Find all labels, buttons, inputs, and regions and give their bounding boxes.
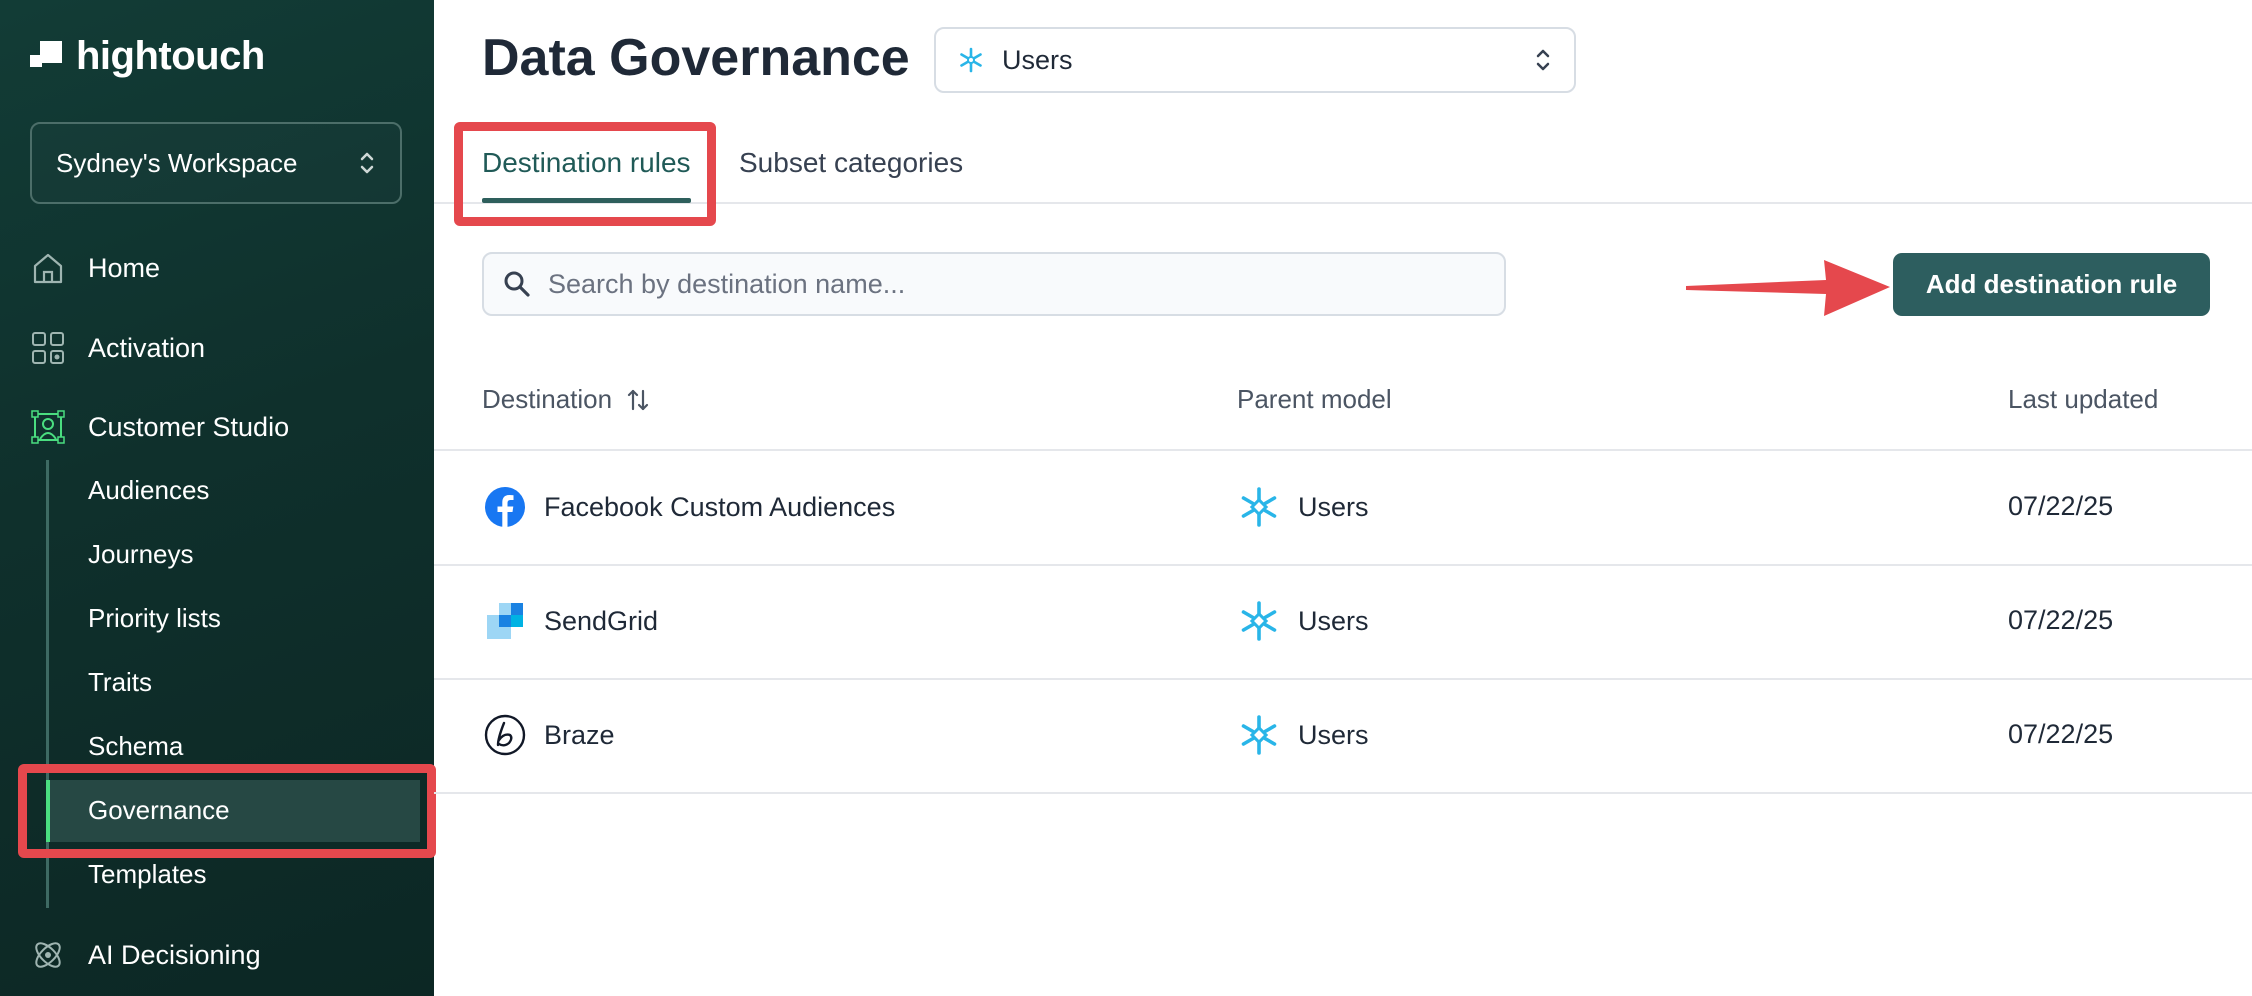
parent-model-name: Users	[1298, 719, 1369, 750]
column-header-label: Destination	[482, 384, 613, 414]
sidebar-subitem-priority-lists[interactable]: Priority lists	[88, 603, 221, 634]
active-tab-underline	[482, 198, 691, 203]
sidebar-subitem-templates[interactable]: Templates	[88, 859, 207, 890]
sidebar-item-activation[interactable]: Activation	[30, 323, 205, 373]
tab-subset-categories[interactable]: Subset categories	[739, 147, 963, 179]
brand-name: hightouch	[76, 34, 265, 78]
column-header-label: Last updated	[2008, 384, 2159, 414]
snowflake-icon	[1241, 487, 1277, 527]
column-header-last-updated: Last updated	[2008, 384, 2158, 415]
destination-name: SendGrid	[544, 605, 659, 636]
workspace-label: Sydney's Workspace	[56, 147, 298, 178]
sidebar-item-label: Home	[88, 252, 161, 283]
hightouch-logo-icon	[30, 40, 62, 73]
sendgrid-icon	[484, 600, 526, 642]
destination-name: Braze	[544, 719, 615, 750]
ai-decisioning-icon	[35, 942, 61, 968]
sort-icon[interactable]	[626, 387, 650, 413]
parent-model-name: Users	[1298, 605, 1369, 636]
sidebar-subitem-schema[interactable]: Schema	[88, 731, 183, 762]
tab-destination-rules[interactable]: Destination rules	[482, 147, 691, 179]
snowflake-icon	[1241, 601, 1277, 641]
table-row[interactable]: SendGrid	[484, 600, 658, 642]
sidebar-subitem-journeys[interactable]: Journeys	[88, 539, 194, 570]
tabs-divider	[434, 202, 2252, 204]
sidebar-subitem-traits[interactable]: Traits	[88, 667, 152, 698]
column-header-destination[interactable]: Destination	[482, 384, 650, 415]
last-updated-date: 07/22/25	[2008, 605, 2114, 635]
parent-model-cell: Users	[1238, 600, 1369, 642]
sidebar-item-label: Customer Studio	[88, 411, 290, 442]
sidebar-subitem-governance[interactable]: Governance	[88, 795, 230, 826]
snowflake-icon	[1241, 715, 1277, 755]
search-input[interactable]	[548, 268, 1486, 300]
sidebar: hightouch Sydney's Workspace Home Activa…	[0, 0, 434, 996]
customer-studio-icon	[31, 410, 65, 444]
home-icon	[33, 253, 63, 284]
last-updated-date: 07/22/25	[2008, 719, 2114, 749]
add-destination-rule-button[interactable]: Add destination rule	[1893, 253, 2210, 316]
activation-icon	[32, 332, 64, 364]
last-updated-date: 07/22/25	[2008, 491, 2114, 521]
table-divider	[434, 564, 2252, 566]
snowflake-icon	[960, 47, 982, 73]
page-title: Data Governance	[482, 29, 910, 87]
column-header-label: Parent model	[1237, 384, 1392, 414]
parent-model-value: Users	[1002, 44, 1073, 75]
facebook-icon	[484, 486, 526, 528]
sidebar-item-ai-decisioning[interactable]: AI Decisioning	[30, 930, 261, 980]
table-divider	[434, 792, 2252, 794]
sidebar-item-customer-studio[interactable]: Customer Studio	[30, 402, 289, 452]
logo[interactable]: hightouch	[30, 34, 265, 79]
chevron-updown-icon	[1536, 49, 1550, 71]
search-box	[482, 252, 1506, 316]
table-divider	[434, 449, 2252, 451]
parent-model-cell: Users	[1238, 486, 1369, 528]
table-divider	[434, 678, 2252, 680]
chevron-updown-icon	[360, 152, 374, 174]
sidebar-item-label: AI Decisioning	[88, 939, 261, 970]
sidebar-item-home[interactable]: Home	[30, 243, 160, 293]
parent-model-name: Users	[1298, 491, 1369, 522]
sidebar-item-label: Activation	[88, 332, 206, 363]
table-row[interactable]: Braze	[484, 714, 615, 756]
braze-icon	[484, 714, 526, 756]
table-row[interactable]: Facebook Custom Audiences	[484, 486, 895, 528]
parent-model-select[interactable]: Users	[934, 27, 1576, 93]
destination-name: Facebook Custom Audiences	[544, 491, 896, 522]
parent-model-cell: Users	[1238, 714, 1369, 756]
search-icon	[504, 271, 530, 297]
sidebar-subitem-audiences[interactable]: Audiences	[88, 475, 209, 506]
column-header-parent-model: Parent model	[1237, 384, 1392, 415]
arrow-annotation-icon	[1686, 260, 1890, 316]
workspace-switcher[interactable]: Sydney's Workspace	[30, 122, 402, 204]
active-indicator	[46, 780, 50, 842]
